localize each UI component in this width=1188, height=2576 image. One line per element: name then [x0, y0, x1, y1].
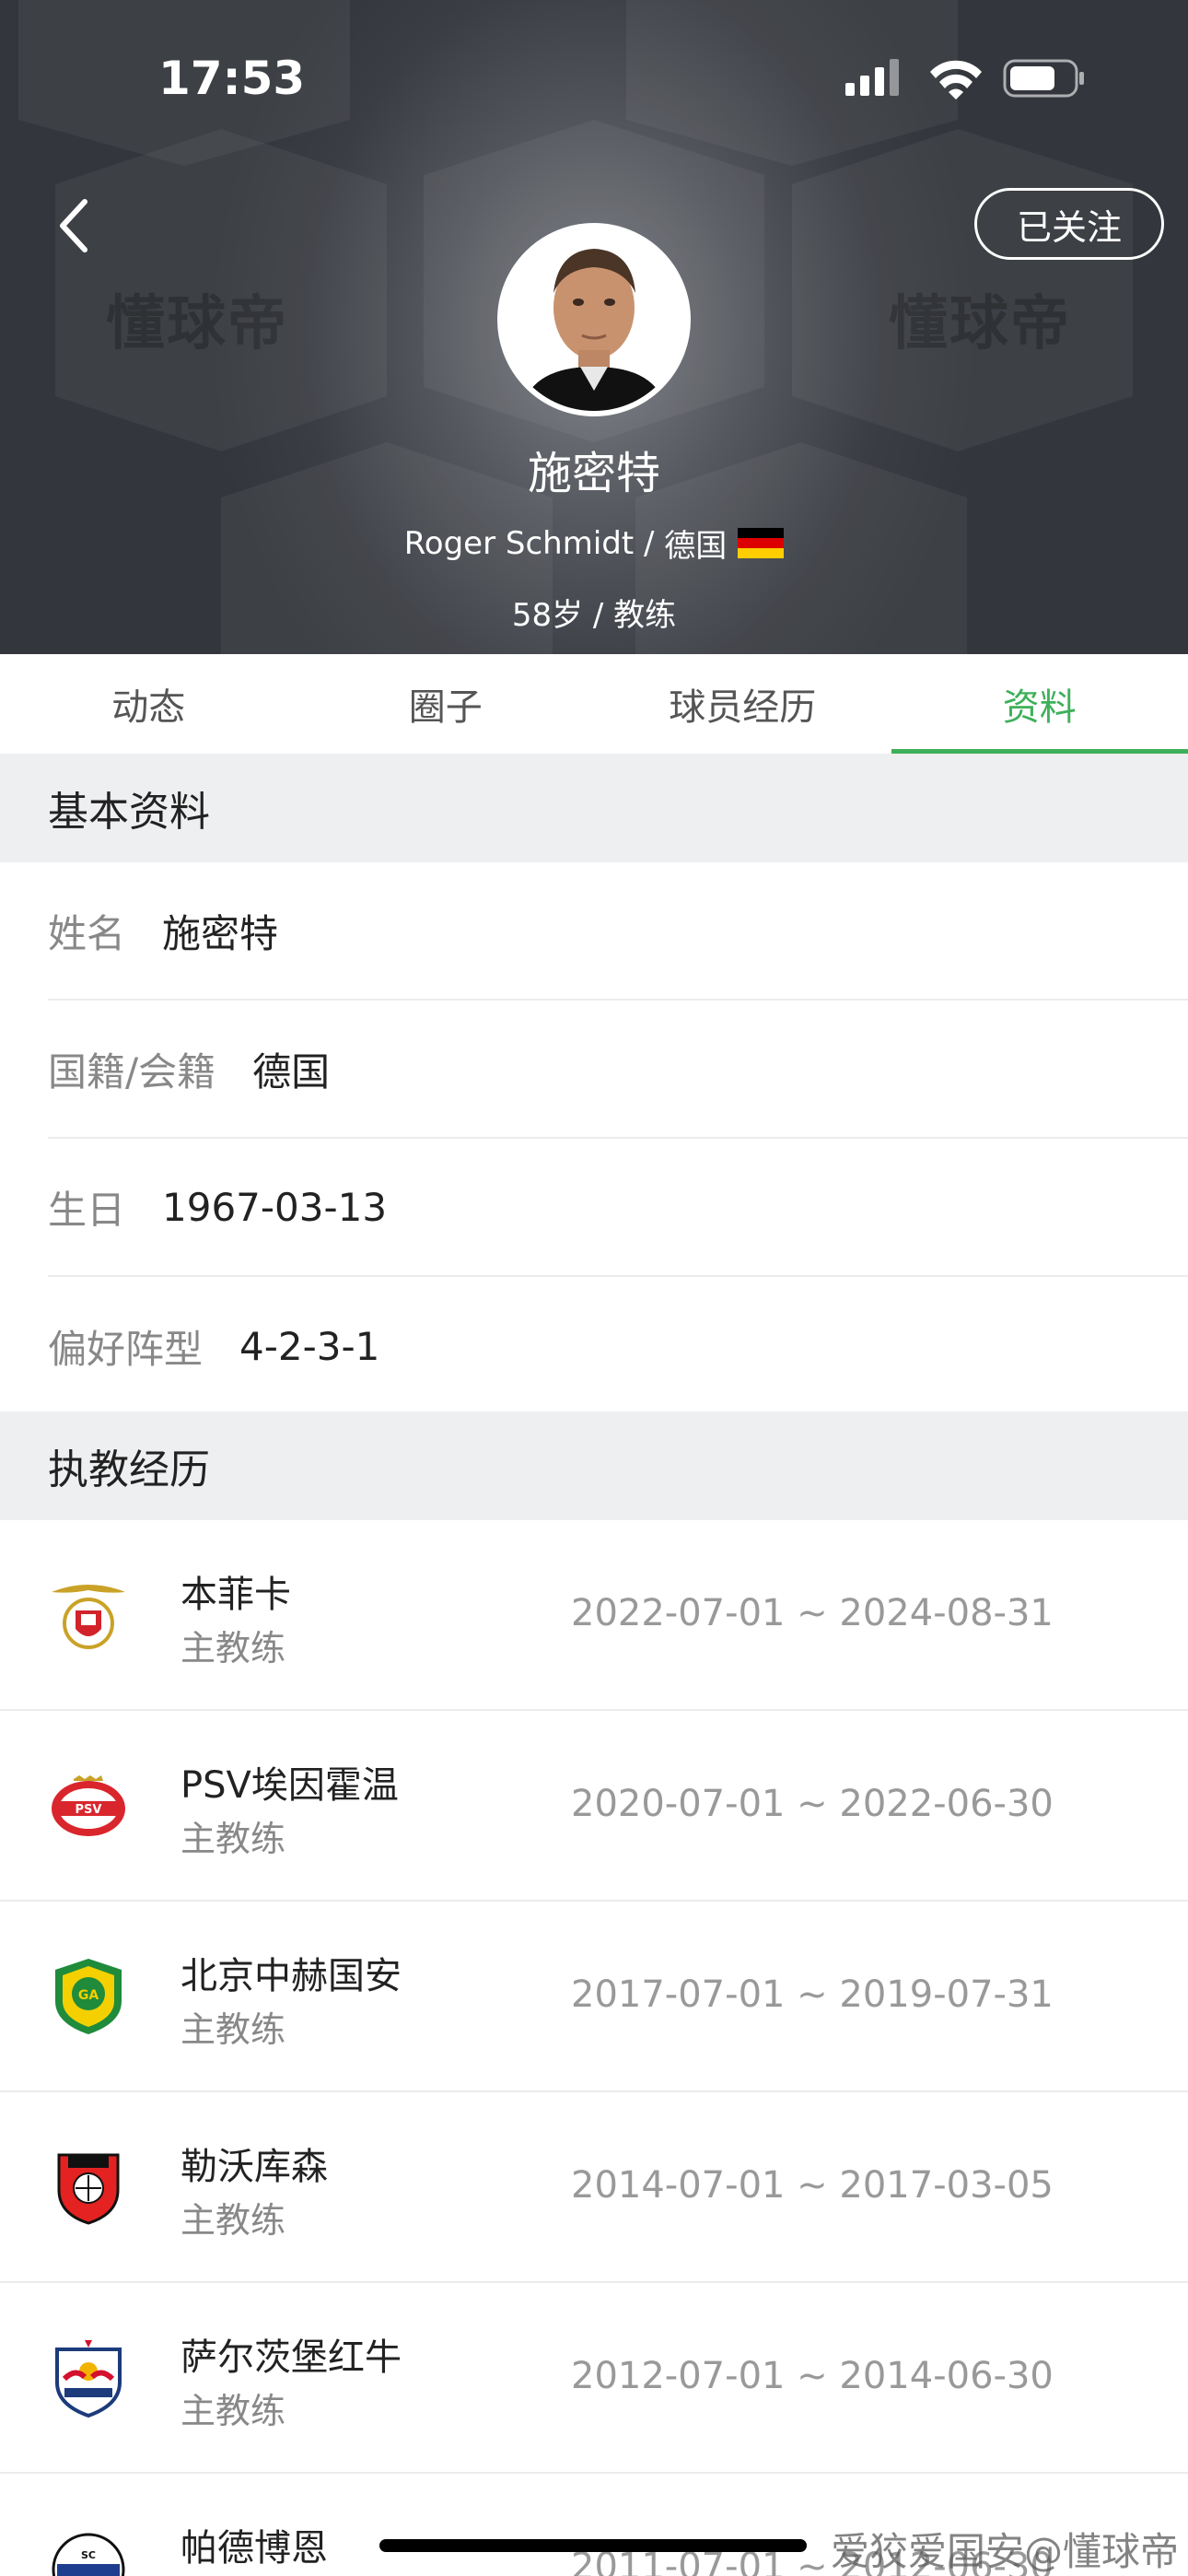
career-item-guoan[interactable]: GA 北京中赫国安 主教练 2017-07-01 ~ 2019-07-31	[0, 1902, 1188, 2092]
germany-flag-icon	[738, 527, 785, 559]
info-value: 施密特	[162, 910, 279, 956]
leverkusen-logo	[57, 2153, 120, 2225]
tab-player-career[interactable]: 球员经历	[594, 654, 891, 754]
career-item-psv[interactable]: PSV PSV埃因霍温 主教练 2020-07-01 ~ 2022-06-30	[0, 1711, 1188, 1902]
back-button[interactable]	[46, 189, 101, 263]
age-role: 58岁 / 教练	[511, 597, 677, 634]
profile-header: 懂球帝 懂球帝 17:53 已关注 施密特 Roger Schmidt / 德国…	[0, 0, 1188, 654]
info-label: 生日	[48, 1187, 126, 1233]
salzburg-logo	[55, 2340, 122, 2418]
watermark-right: 懂球帝	[889, 290, 1071, 358]
club-name: 勒沃库森	[181, 2146, 328, 2188]
career-item-salzburg[interactable]: 萨尔茨堡红牛 主教练 2012-07-01 ~ 2014-06-30	[0, 2283, 1188, 2474]
avatar	[497, 223, 691, 416]
club-period: 2012-07-01 ~ 2014-06-30	[571, 2355, 1054, 2397]
info-label: 国籍/会籍	[48, 1048, 216, 1095]
info-row-formation: 偏好阵型 4-2-3-1	[48, 1277, 1188, 1415]
home-indicator[interactable]	[379, 2539, 807, 2552]
basic-info-title: 基本资料	[0, 754, 1188, 862]
club-name: 本菲卡	[181, 1574, 291, 1616]
tab-circle[interactable]: 圈子	[297, 654, 595, 754]
club-period: 2017-07-01 ~ 2019-07-31	[571, 1973, 1054, 2016]
battery-icon	[1003, 59, 1084, 98]
club-role: 主教练	[181, 2200, 286, 2241]
coach-photo	[503, 228, 685, 411]
tab-profile[interactable]: 资料	[891, 654, 1188, 754]
career-item-leverkusen[interactable]: 勒沃库森 主教练 2014-07-01 ~ 2017-03-05	[0, 2092, 1188, 2283]
info-value: 德国	[252, 1048, 331, 1095]
nationality: 德国	[664, 528, 728, 565]
club-role: 主教练	[181, 2391, 286, 2431]
club-name: PSV埃因霍温	[181, 1764, 399, 1807]
info-value: 4-2-3-1	[239, 1323, 380, 1369]
english-name: Roger Schmidt	[403, 524, 635, 562]
paderborn-logo: SC	[52, 2533, 125, 2576]
coach-name: 施密特	[527, 448, 660, 499]
info-label: 姓名	[48, 910, 126, 956]
signal-icon	[845, 59, 899, 96]
coach-subtitle: Roger Schmidt / 德国	[0, 521, 1188, 566]
info-label: 偏好阵型	[48, 1326, 204, 1372]
club-name: 萨尔茨堡红牛	[181, 2336, 402, 2379]
wifi-icon	[930, 60, 982, 100]
club-name: 帕德博恩	[181, 2527, 328, 2570]
psv-logo: PSV	[52, 1775, 125, 1836]
status-icons	[845, 59, 1084, 100]
club-role: 主教练	[181, 2009, 286, 2050]
follow-button[interactable]: 已关注	[974, 188, 1164, 260]
info-value: 1967-03-13	[162, 1184, 388, 1230]
svg-text:PSV: PSV	[76, 1803, 102, 1817]
club-period: 2022-07-01 ~ 2024-08-31	[571, 1592, 1054, 1634]
club-period: 2014-07-01 ~ 2017-03-05	[571, 2164, 1054, 2207]
profile-tabs: 动态 圈子 球员经历 资料	[0, 654, 1188, 754]
info-row-birthday: 生日 1967-03-13	[48, 1139, 1188, 1277]
info-row-name: 姓名 施密特	[48, 862, 1188, 1001]
corner-watermark: 爱狡爱国安@懂球帝	[830, 2529, 1179, 2574]
status-time: 17:53	[158, 52, 306, 105]
tab-activity[interactable]: 动态	[0, 654, 297, 754]
info-row-nationality: 国籍/会籍 德国	[48, 1001, 1188, 1139]
career-item-benfica[interactable]: 本菲卡 主教练 2022-07-01 ~ 2024-08-31	[0, 1520, 1188, 1711]
guoan-logo: GA	[55, 1959, 122, 2034]
benfica-logo	[52, 1585, 125, 1649]
watermark-left: 懂球帝	[106, 290, 288, 358]
club-role: 主教练	[181, 1819, 286, 1859]
club-name: 北京中赫国安	[181, 1955, 402, 1997]
svg-text:SC: SC	[81, 2549, 96, 2561]
svg-text:GA: GA	[78, 1988, 99, 2003]
coaching-history-title: 执教经历	[0, 1411, 1188, 1520]
chevron-left-icon	[60, 199, 87, 252]
club-period: 2020-07-01 ~ 2022-06-30	[571, 1783, 1054, 1825]
club-role: 主教练	[181, 1628, 286, 1669]
separator: /	[634, 524, 665, 562]
